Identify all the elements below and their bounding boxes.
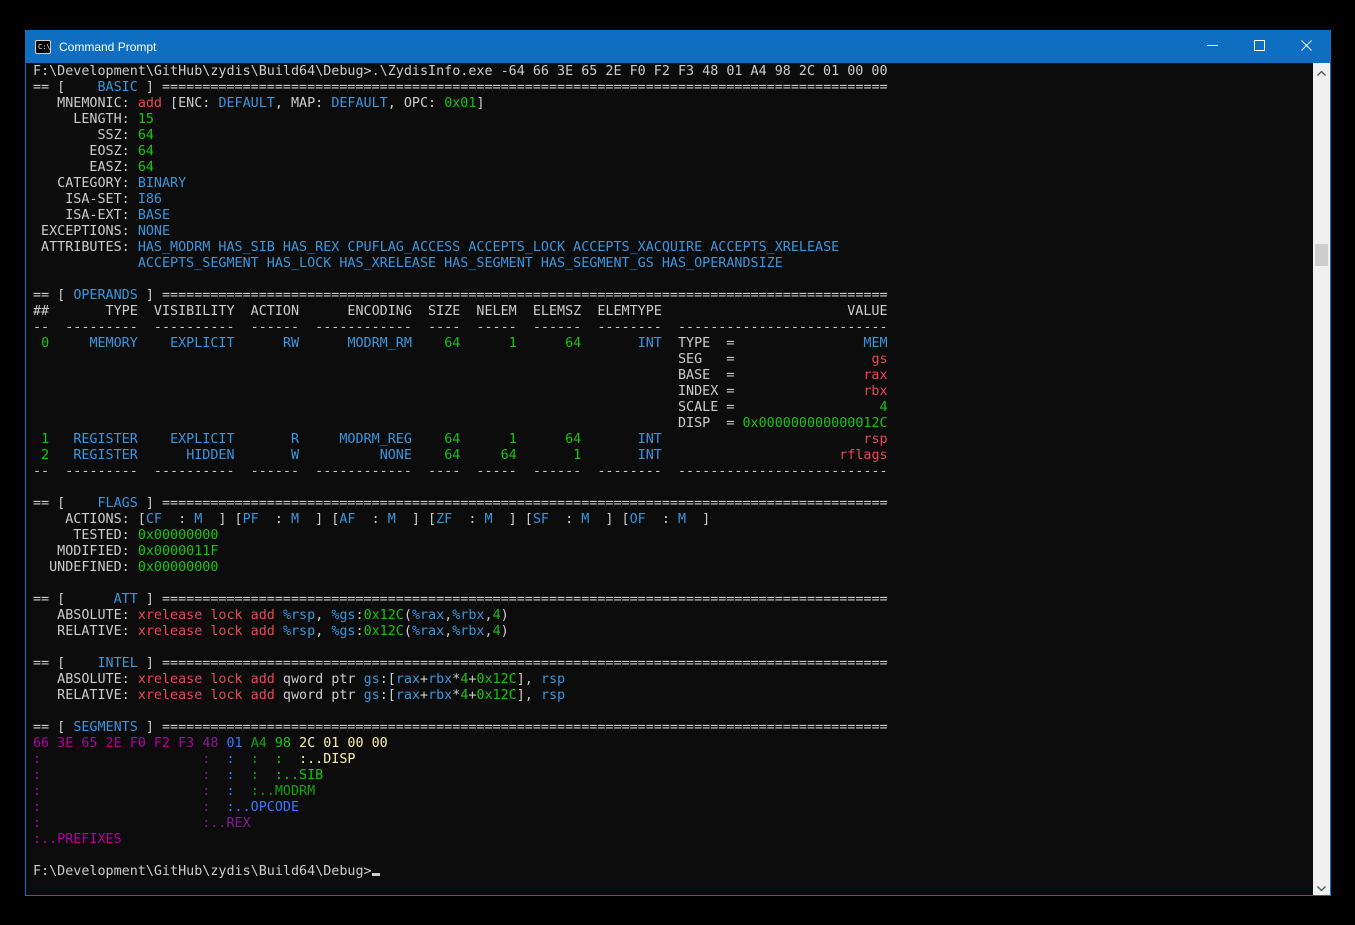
console-line: : : : :..MODRM xyxy=(33,784,1313,800)
console-line: == [ SEGMENTS ] ========================… xyxy=(33,720,1313,736)
console-line: ABSOLUTE: xrelease lock add qword ptr gs… xyxy=(33,672,1313,688)
console-line: EOSZ: 64 xyxy=(33,144,1313,160)
command-prompt-window: C:\ Command Prompt F:\Development\GitHub… xyxy=(25,30,1331,896)
maximize-icon xyxy=(1254,38,1265,56)
console-line: == [ BASIC ] ===========================… xyxy=(33,80,1313,96)
console-line: ISA-EXT: BASE xyxy=(33,208,1313,224)
console-line: MODIFIED: 0x0000011F xyxy=(33,544,1313,560)
close-button[interactable] xyxy=(1283,31,1330,63)
console-line: : : : : : :..DISP xyxy=(33,752,1313,768)
scroll-thumb[interactable] xyxy=(1315,244,1328,266)
console-line: SCALE = 4 xyxy=(33,400,1313,416)
console-line: INDEX = rbx xyxy=(33,384,1313,400)
console-line: UNDEFINED: 0x00000000 xyxy=(33,560,1313,576)
console-output[interactable]: F:\Development\GitHub\zydis\Build64\Debu… xyxy=(26,63,1313,895)
console-line: MNEMONIC: add [ENC: DEFAULT, MAP: DEFAUL… xyxy=(33,96,1313,112)
console-line xyxy=(33,480,1313,496)
window-title: Command Prompt xyxy=(59,40,1189,54)
console-line: == [ FLAGS ] ===========================… xyxy=(33,496,1313,512)
console-line xyxy=(33,272,1313,288)
console-line: ## TYPE VISIBILITY ACTION ENCODING SIZE … xyxy=(33,304,1313,320)
console-line: == [ INTEL ] ===========================… xyxy=(33,656,1313,672)
console-line: 1 REGISTER EXPLICIT R MODRM_REG 64 1 64 … xyxy=(33,432,1313,448)
minimize-icon xyxy=(1207,38,1218,56)
console-line xyxy=(33,704,1313,720)
console-line: SSZ: 64 xyxy=(33,128,1313,144)
maximize-button[interactable] xyxy=(1236,31,1283,63)
console-line: BASE = rax xyxy=(33,368,1313,384)
console-line: == [ ATT ] =============================… xyxy=(33,592,1313,608)
console-line: SEG = gs xyxy=(33,352,1313,368)
console-line: : : :..OPCODE xyxy=(33,800,1313,816)
console-line: : : : : :..SIB xyxy=(33,768,1313,784)
console-line xyxy=(33,640,1313,656)
console-line: 2 REGISTER HIDDEN W NONE 64 64 1 INT rfl… xyxy=(33,448,1313,464)
cmd-app-icon[interactable]: C:\ xyxy=(35,40,51,54)
console-line: EXCEPTIONS: NONE xyxy=(33,224,1313,240)
console-line: == [ OPERANDS ] ========================… xyxy=(33,288,1313,304)
console-line: :..PREFIXES xyxy=(33,832,1313,848)
console-client-area: F:\Development\GitHub\zydis\Build64\Debu… xyxy=(26,63,1330,895)
console-line: F:\Development\GitHub\zydis\Build64\Debu… xyxy=(33,64,1313,80)
console-line: RELATIVE: xrelease lock add qword ptr gs… xyxy=(33,688,1313,704)
console-line xyxy=(33,576,1313,592)
console-line: ABSOLUTE: xrelease lock add %rsp, %gs:0x… xyxy=(33,608,1313,624)
console-line: TESTED: 0x00000000 xyxy=(33,528,1313,544)
title-bar[interactable]: C:\ Command Prompt xyxy=(26,31,1330,63)
console-line: ACCEPTS_SEGMENT HAS_LOCK HAS_XRELEASE HA… xyxy=(33,256,1313,272)
console-line: ATTRIBUTES: HAS_MODRM HAS_SIB HAS_REX CP… xyxy=(33,240,1313,256)
console-line: RELATIVE: xrelease lock add %rsp, %gs:0x… xyxy=(33,624,1313,640)
console-line: ACTIONS: [CF : M ] [PF : M ] [AF : M ] [… xyxy=(33,512,1313,528)
chevron-down-icon xyxy=(1317,878,1326,896)
console-line: EASZ: 64 xyxy=(33,160,1313,176)
text-cursor xyxy=(372,873,380,876)
console-line: -- --------- ---------- ------ ---------… xyxy=(33,464,1313,480)
console-line: ISA-SET: I86 xyxy=(33,192,1313,208)
console-line: : :..REX xyxy=(33,816,1313,832)
scroll-up-button[interactable] xyxy=(1313,63,1330,80)
close-icon xyxy=(1301,38,1312,56)
chevron-up-icon xyxy=(1317,63,1326,81)
console-line: -- --------- ---------- ------ ---------… xyxy=(33,320,1313,336)
scroll-down-button[interactable] xyxy=(1313,878,1330,895)
console-line: LENGTH: 15 xyxy=(33,112,1313,128)
console-line xyxy=(33,848,1313,864)
console-line: 0 MEMORY EXPLICIT RW MODRM_RM 64 1 64 IN… xyxy=(33,336,1313,352)
minimize-button[interactable] xyxy=(1189,31,1236,63)
scrollbar[interactable] xyxy=(1313,63,1330,895)
console-line: DISP = 0x000000000000012C xyxy=(33,416,1313,432)
console-line: CATEGORY: BINARY xyxy=(33,176,1313,192)
console-line: F:\Development\GitHub\zydis\Build64\Debu… xyxy=(33,864,1313,880)
console-line: 66 3E 65 2E F0 F2 F3 48 01 A4 98 2C 01 0… xyxy=(33,736,1313,752)
